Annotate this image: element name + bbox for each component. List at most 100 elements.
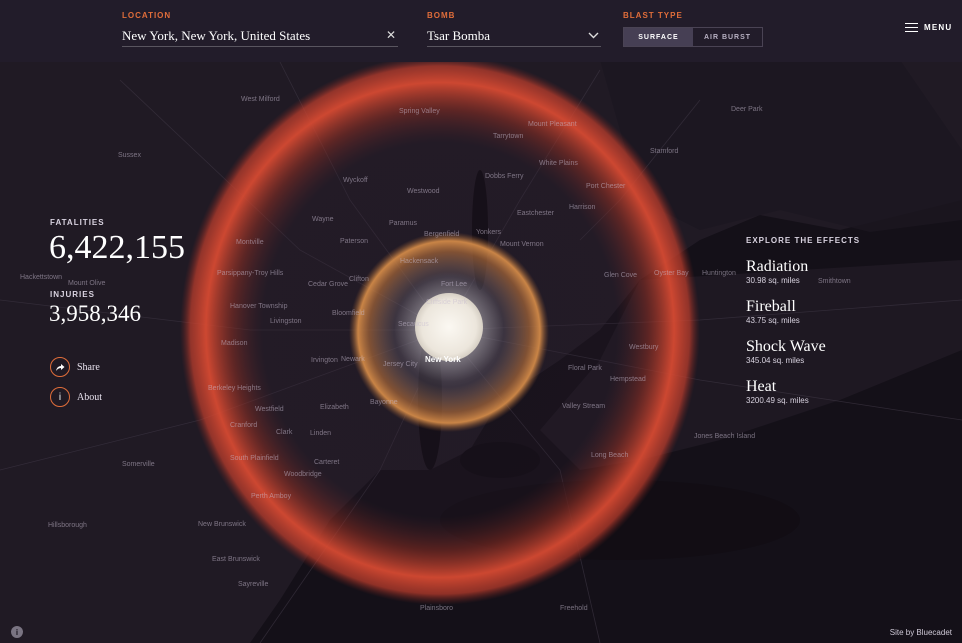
map-place-label: Secaucus [398, 321, 429, 328]
map-place-label: Deer Park [731, 106, 763, 113]
menu-button[interactable]: MENU [905, 23, 952, 32]
map-place-label: Hackensack [400, 258, 439, 265]
map-place-label: Jones Beach Island [694, 433, 756, 440]
map-place-label: Montville [236, 239, 264, 246]
share-button[interactable]: Share [50, 357, 100, 377]
map-place-label: Floral Park [568, 365, 602, 372]
site-credit[interactable]: Site by Bluecadet [890, 628, 952, 637]
bomb-label: BOMB [427, 11, 456, 20]
blast-type-toggle: SURFACE AIR BURST [623, 27, 763, 47]
map-place-label: Carteret [314, 459, 340, 466]
effect-name[interactable]: Heat [746, 378, 809, 395]
location-label: LOCATION [122, 11, 172, 20]
map-place-label: Port Chester [586, 183, 626, 190]
effect-area: 345.04 sq. miles [746, 356, 805, 365]
map-place-label: Eastchester [517, 210, 554, 217]
effect-name[interactable]: Radiation [746, 258, 808, 275]
map-place-label: Madison [221, 340, 248, 347]
fatalities-label: FATALITIES [50, 218, 105, 227]
map-place-label: Hillsborough [48, 522, 87, 529]
chevron-down-icon[interactable] [588, 28, 599, 43]
map-place-label: Oyster Bay [654, 270, 689, 277]
share-label[interactable]: Share [77, 362, 100, 373]
map-place-label: Long Beach [591, 452, 629, 459]
map-place-label: Westwood [407, 188, 440, 195]
effect-name[interactable]: Shock Wave [746, 338, 826, 355]
map-place-label: Hanover Township [230, 303, 288, 310]
map-place-label: Woodbridge [284, 471, 322, 478]
fatalities-value: 6,422,155 [49, 229, 185, 266]
surface-option[interactable]: SURFACE [624, 28, 693, 46]
map-place-label: Spring Valley [399, 108, 440, 115]
map-place-label: Freehold [560, 605, 588, 612]
map-place-label: Harrison [569, 204, 596, 211]
share-arrow-icon[interactable] [50, 357, 70, 377]
effect-area: 43.75 sq. miles [746, 316, 800, 325]
effects-title: EXPLORE THE EFFECTS [746, 236, 861, 245]
injuries-value: 3,958,346 [49, 301, 141, 326]
map-place-label: Westbury [629, 344, 659, 351]
effect-name[interactable]: Fireball [746, 298, 800, 315]
effect-area: 30.98 sq. miles [746, 276, 800, 285]
map-place-label: Sayreville [238, 581, 269, 588]
map-place-label: Bloomfield [332, 310, 365, 317]
map-place-label: Livingston [270, 318, 302, 325]
blast-map[interactable]: West Milford Spring Valley Tarrytown Mount … [0, 0, 962, 643]
map-place-label: Linden [310, 430, 332, 437]
blast-type-field: BLAST TYPE SURFACE AIR BURST [623, 11, 763, 47]
map-place-label: Dobbs Ferry [485, 173, 524, 180]
air-burst-option[interactable]: AIR BURST [693, 28, 762, 46]
map-place-label: Mount Pleasant [528, 121, 577, 128]
map-place-label: Huntington [702, 270, 736, 277]
map-place-label: Somerville [122, 461, 155, 468]
map-place-label: Stamford [650, 148, 679, 155]
map-place-label: Jersey City [383, 361, 418, 368]
map-place-label: Berkeley Heights [208, 385, 261, 392]
map-place-label: Yonkers [476, 229, 502, 236]
map-place-label: South Plainfield [230, 455, 279, 462]
menu-label[interactable]: MENU [924, 23, 952, 32]
hamburger-icon[interactable] [905, 23, 918, 32]
map-place-label: Irvington [311, 357, 338, 364]
map-place-label: Mount Olive [68, 280, 106, 287]
top-bar: LOCATION New York, New York, United Stat… [0, 0, 962, 62]
bomb-field: BOMB Tsar Bomba [427, 11, 601, 47]
info-icon[interactable]: i [11, 626, 23, 638]
map-place-label: Mount Vernon [500, 241, 544, 248]
map-place-label: Bayonne [370, 399, 398, 406]
location-value[interactable]: New York, New York, United States [122, 28, 310, 44]
bomb-value[interactable]: Tsar Bomba [427, 28, 490, 44]
map-place-label: Clark [276, 429, 293, 436]
injuries-label: INJURIES [50, 290, 95, 299]
map-place-label: Valley Stream [562, 403, 606, 410]
info-icon[interactable]: i [50, 387, 70, 407]
map-place-label: Hempstead [610, 376, 646, 383]
map-place-label: White Plains [539, 160, 578, 167]
map-place-label: Paterson [340, 238, 369, 245]
location-input[interactable]: New York, New York, United States ✕ [122, 27, 398, 47]
map-place-label: Perth Amboy [251, 493, 292, 500]
effect-shock-wave[interactable]: Shock Wave 345.04 sq. miles [746, 338, 826, 365]
blast-type-label: BLAST TYPE [623, 11, 683, 20]
effect-area: 3200.49 sq. miles [746, 396, 809, 405]
map-place-label: Wayne [312, 216, 334, 223]
map-place-label: West Milford [241, 96, 280, 103]
bomb-select[interactable]: Tsar Bomba [427, 27, 601, 47]
effect-fireball[interactable]: Fireball 43.75 sq. miles [746, 298, 800, 325]
map-place-label: Newark [341, 356, 365, 363]
map-place-label: East Brunswick [212, 556, 260, 563]
about-button[interactable]: i About [50, 387, 102, 407]
map-place-label: Fort Lee [441, 281, 468, 288]
effect-radiation[interactable]: Radiation 30.98 sq. miles [746, 258, 808, 285]
map-place-label: Plainsboro [420, 605, 454, 612]
map-place-label: Paramus [389, 220, 418, 227]
map-place-label: Sussex [118, 152, 141, 159]
map-place-label: Glen Cove [604, 272, 638, 279]
map-center-label: New York [425, 355, 461, 364]
map-place-label: Hackettstown [20, 274, 63, 281]
map-place-label: Cranford [230, 422, 258, 429]
close-icon[interactable]: ✕ [386, 28, 396, 43]
map-place-label: New Brunswick [198, 521, 246, 528]
about-label[interactable]: About [77, 392, 102, 403]
effect-heat[interactable]: Heat 3200.49 sq. miles [746, 378, 809, 405]
